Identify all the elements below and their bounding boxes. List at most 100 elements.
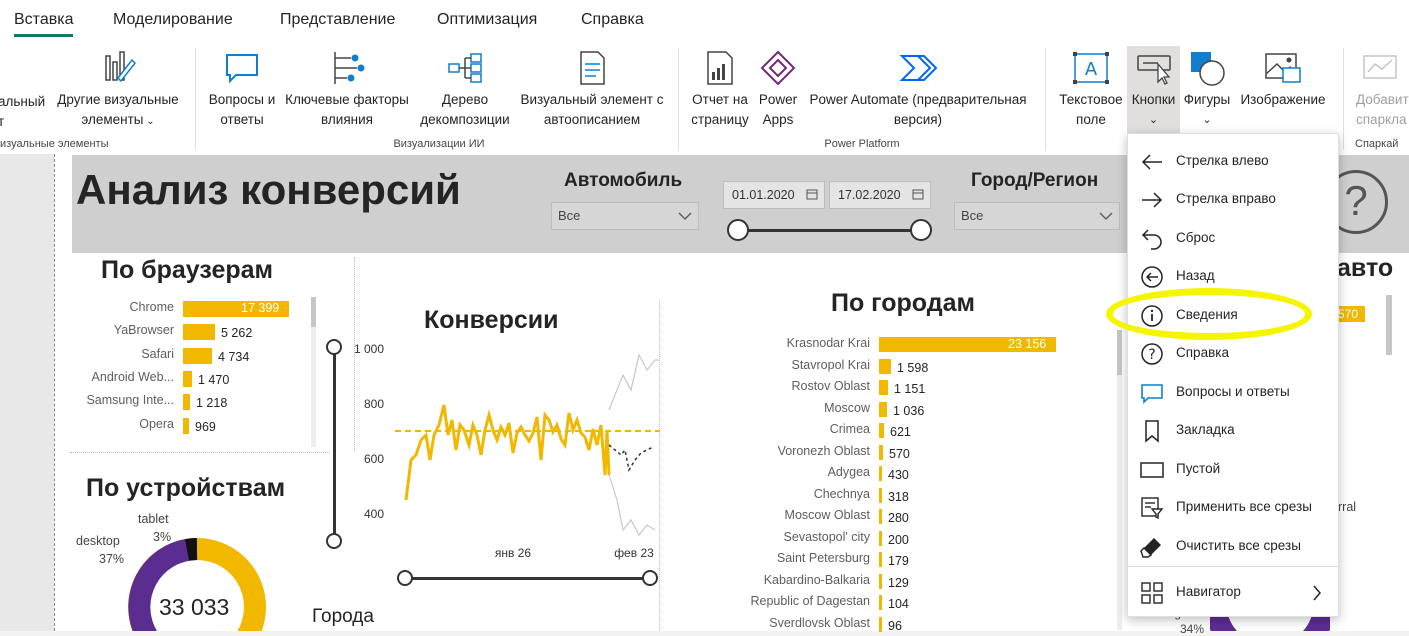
bar-label: Voronezh Oblast <box>777 443 870 458</box>
scrollbar-thumb[interactable] <box>1117 330 1122 375</box>
region-slicer-value: Все <box>961 208 984 223</box>
chevron-down-icon: ⌄ <box>143 116 155 127</box>
car-slicer-dropdown[interactable]: Все <box>551 202 699 230</box>
bar[interactable] <box>879 466 882 481</box>
y-tick-label: 1 000 <box>355 342 384 356</box>
decomposition-tree-button[interactable]: Дерево декомпозиции <box>413 48 517 130</box>
chevron-down-icon <box>678 212 692 220</box>
browsers-scrollbar[interactable] <box>311 297 316 447</box>
qa-icon <box>226 54 258 84</box>
decomposition-tree-icon <box>448 53 482 83</box>
bar[interactable] <box>879 530 882 546</box>
smart-narrative-button[interactable]: Визуальный элемент с автоописанием <box>517 48 667 130</box>
bar[interactable] <box>879 595 882 610</box>
y-range-handle-bottom[interactable] <box>326 533 342 549</box>
cities-scrollbar[interactable] <box>1117 330 1122 630</box>
date-to-field[interactable]: 17.02.2020 <box>829 181 931 209</box>
tab-modeling[interactable]: Моделирование <box>113 11 233 29</box>
scrollbar-thumb[interactable] <box>311 297 316 327</box>
bar[interactable] <box>183 370 192 387</box>
bookmark-icon <box>1145 420 1159 443</box>
buttons-button[interactable]: Кнопки ⌄ <box>1127 46 1180 134</box>
bar-value: 179 <box>888 554 909 568</box>
bar-value: 23 156 <box>1008 337 1047 351</box>
menu-divider <box>1128 566 1338 567</box>
date-range-handle-start[interactable] <box>727 219 749 241</box>
bar[interactable] <box>879 380 888 395</box>
menu-item-help[interactable]: ? Справка <box>1128 334 1338 372</box>
bar[interactable] <box>879 444 883 460</box>
menu-item-apply-slicers[interactable]: Применить все срезы <box>1128 488 1338 526</box>
bar[interactable] <box>183 324 215 341</box>
menu-item-label: Справка <box>1176 345 1229 360</box>
bar[interactable] <box>879 358 891 374</box>
menu-item-label: Закладка <box>1176 422 1235 437</box>
tab-view[interactable]: Представление <box>280 11 395 29</box>
y-range-handle-top[interactable] <box>326 339 342 355</box>
shapes-button[interactable]: Фигуры ⌄ <box>1180 48 1234 130</box>
image-button[interactable]: Изображение <box>1234 48 1332 110</box>
clear-slicers-icon <box>1140 538 1161 558</box>
bar[interactable] <box>879 509 882 524</box>
bar-value: 96 <box>888 618 902 633</box>
bar-value: 280 <box>888 511 909 525</box>
date-range-handle-end[interactable] <box>910 219 932 241</box>
smart-narrative-icon <box>580 51 605 85</box>
power-apps-label-2: Apps <box>762 112 794 127</box>
bar-label: Saint Petersburg <box>776 551 870 565</box>
tab-help[interactable]: Справка <box>581 11 644 29</box>
partial-visual-button[interactable]: альный т <box>0 92 50 132</box>
bar[interactable] <box>879 552 882 567</box>
tab-optimize[interactable]: Оптимизация <box>437 11 537 29</box>
bar[interactable] <box>183 394 190 411</box>
menu-item-label: Вопросы и ответы <box>1176 384 1290 399</box>
sparkline-label-1: Добавит <box>1356 92 1409 107</box>
bar-label: YaBrowser <box>113 323 174 338</box>
power-apps-button[interactable]: Power Apps <box>754 48 802 130</box>
menu-item-navigator[interactable]: Навигатор <box>1128 573 1338 611</box>
menu-item-clear-slicers[interactable]: Очистить все срезы <box>1128 527 1338 565</box>
bar[interactable] <box>879 616 882 632</box>
bar[interactable] <box>183 347 212 364</box>
sparkline-label-2: спаркла <box>1356 112 1407 127</box>
x-range-handle-end[interactable] <box>642 570 658 586</box>
y-range-track <box>333 347 336 541</box>
x-range-handle-start[interactable] <box>397 570 413 586</box>
menu-item-blank[interactable]: Пустой <box>1128 450 1338 488</box>
group-label-sparklines: Спаркай <box>1355 138 1399 150</box>
smart-narrative-label-2: автоописанием <box>543 112 641 127</box>
qa-button[interactable]: Вопросы и ответы <box>204 48 280 130</box>
textbox-button[interactable]: A Текстовое поле <box>1055 48 1127 130</box>
menu-item-reset[interactable]: Сброс <box>1128 219 1338 257</box>
date-from-field[interactable]: 01.01.2020 <box>723 181 825 209</box>
key-influencers-button[interactable]: Ключевые факторы влияния <box>281 48 413 130</box>
other-visuals-button[interactable]: Другие визуальные элементы ⌄ <box>52 48 184 132</box>
bar[interactable] <box>879 573 882 589</box>
region-slicer-dropdown[interactable]: Все <box>954 202 1120 230</box>
browsers-title: По браузерам <box>101 256 274 284</box>
image-label: Изображение <box>1240 92 1326 107</box>
sparkline-button[interactable]: Добавит спаркла <box>1352 48 1409 130</box>
shapes-label: Фигуры <box>1183 92 1231 107</box>
partial-scrollbar[interactable] <box>1386 295 1392 355</box>
menu-item-bookmark[interactable]: Закладка <box>1128 411 1338 449</box>
image-icon <box>1265 53 1301 83</box>
bar[interactable] <box>879 401 887 417</box>
bar[interactable] <box>183 417 189 434</box>
region-slicer-label: Город/Регион <box>971 170 1099 191</box>
bar-value: 570 <box>889 446 910 461</box>
chevron-down-icon: ⌄ <box>1202 114 1212 126</box>
power-automate-button[interactable]: Power Automate (предварительная версия) <box>804 48 1032 130</box>
tablet-pct: 3% <box>153 530 172 544</box>
bar[interactable] <box>879 423 884 438</box>
bar-value: 17 399 <box>241 301 280 315</box>
bar-label: Safari <box>141 346 174 361</box>
paginated-report-button[interactable]: Отчет на страницу <box>687 48 753 130</box>
tab-insert[interactable]: Вставка <box>14 11 74 37</box>
key-influencers-label-1: Ключевые факторы <box>285 92 409 107</box>
bar[interactable] <box>879 487 882 503</box>
menu-item-arrow-right[interactable]: Стрелка вправо <box>1128 180 1338 218</box>
menu-item-arrow-left[interactable]: Стрелка влево <box>1128 142 1338 180</box>
y-tick-label: 600 <box>364 452 384 466</box>
menu-item-qa[interactable]: Вопросы и ответы <box>1128 373 1338 411</box>
